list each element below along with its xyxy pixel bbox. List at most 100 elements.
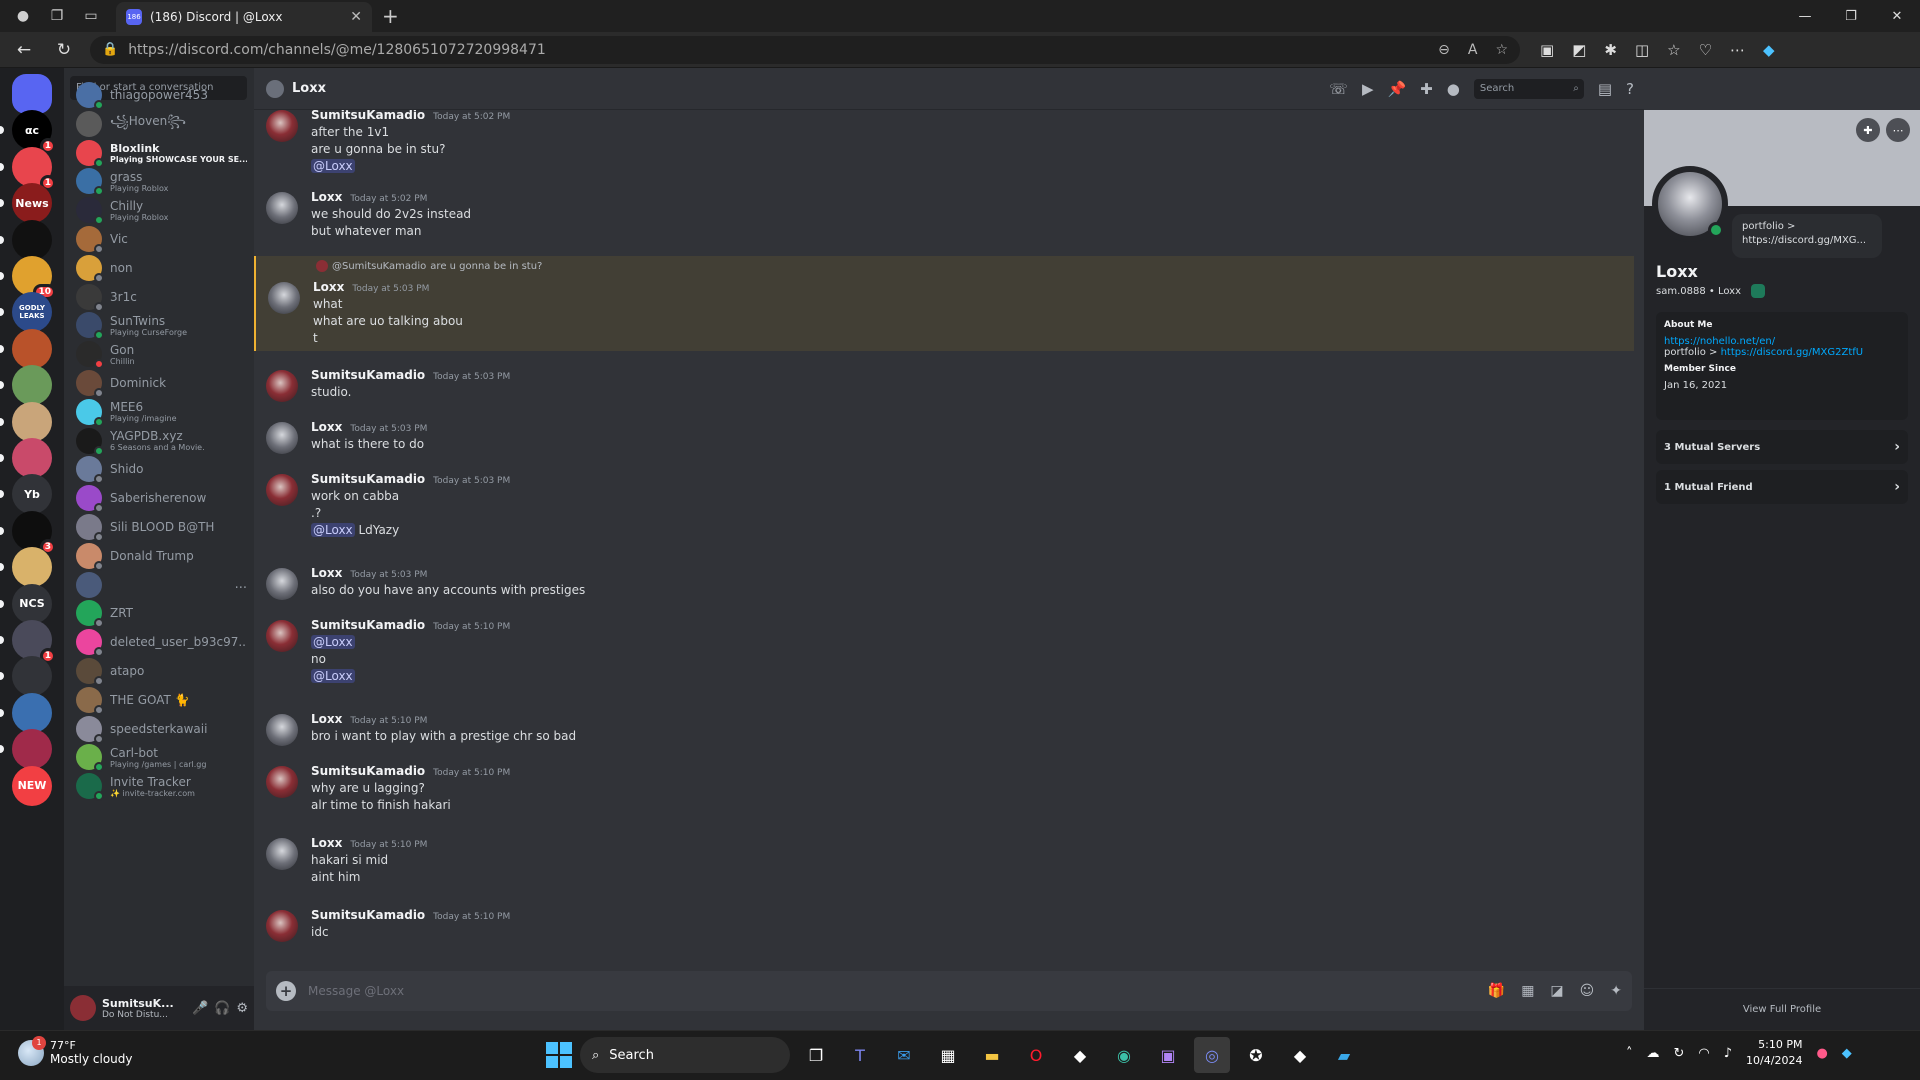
extension-icon[interactable]: ▣ <box>1540 41 1554 59</box>
message-author[interactable]: SumitsuKamadio <box>311 764 425 778</box>
roblox-studio-icon[interactable]: ◆ <box>1282 1037 1318 1073</box>
about-link[interactable]: https://nohello.net/en/ <box>1664 336 1900 347</box>
avatar[interactable] <box>266 110 298 142</box>
restore-icon[interactable]: ❐ <box>1828 0 1874 32</box>
message[interactable]: Loxx Today at 5:03 PM also do you have any… <box>254 562 1634 603</box>
server-icon[interactable] <box>12 547 52 588</box>
message-author[interactable]: Loxx <box>311 420 342 434</box>
close-window-icon[interactable]: ✕ <box>1874 0 1920 32</box>
copilot-icon[interactable]: ◆ <box>1842 1046 1852 1061</box>
mutual-servers-row[interactable]: 3 Mutual Servers › <box>1656 430 1908 464</box>
server-icon[interactable]: 1 <box>12 620 56 664</box>
browser-essentials-icon[interactable]: ♡ <box>1699 41 1712 59</box>
url-text[interactable]: https://discord.com/channels/@me/1280651… <box>128 42 1428 58</box>
server-icon[interactable]: Yb <box>12 474 52 515</box>
mail-icon[interactable]: ✉ <box>886 1037 922 1073</box>
message-author[interactable]: SumitsuKamadio <box>311 472 425 486</box>
chevron-up-icon[interactable]: ˄ <box>1626 1046 1633 1061</box>
portfolio-link[interactable]: https://discord.gg/MXG2ZtfU <box>1721 347 1864 358</box>
favorite-star-icon[interactable]: ☆ <box>1495 42 1508 58</box>
app-icon[interactable]: ✪ <box>1238 1037 1274 1073</box>
avatar[interactable] <box>266 766 298 798</box>
server-icon[interactable]: αc 1 <box>12 110 56 155</box>
message-author[interactable]: SumitsuKamadio <box>311 908 425 922</box>
message-author[interactable]: Loxx <box>311 836 342 850</box>
add-friend-icon[interactable]: ✚ <box>1856 118 1880 142</box>
user-mention[interactable]: @Loxx <box>311 159 355 173</box>
sticker-icon[interactable]: ◪ <box>1550 983 1563 999</box>
teams-icon[interactable]: T <box>842 1037 878 1073</box>
refresh-icon[interactable]: ↻ <box>48 36 80 64</box>
file-explorer-icon[interactable]: ▬ <box>974 1037 1010 1073</box>
copilot-icon[interactable]: ◆ <box>1763 41 1775 59</box>
user-profile-icon[interactable]: ● <box>1447 80 1460 98</box>
server-icon[interactable] <box>12 219 52 260</box>
message-author[interactable]: Loxx <box>311 190 342 204</box>
server-icon[interactable]: News <box>12 183 52 224</box>
server-icon[interactable] <box>12 656 52 697</box>
server-icon[interactable]: 3 <box>12 510 56 555</box>
discord-taskbar-icon[interactable]: ◎ <box>1194 1037 1230 1073</box>
roblox-icon[interactable]: ◆ <box>1062 1037 1098 1073</box>
extension-icon[interactable]: ◩ <box>1572 41 1586 59</box>
avatar[interactable] <box>266 910 298 942</box>
notification-icon[interactable]: ● <box>1816 1046 1827 1061</box>
apps-icon[interactable]: ✦ <box>1610 983 1622 999</box>
search-input[interactable]: Search ⌕ <box>1473 78 1584 99</box>
message[interactable]: SumitsuKamadio Today at 5:03 PM work on ca… <box>254 468 1634 543</box>
server-icon[interactable]: NCS <box>12 583 52 624</box>
server-icon[interactable]: 1 <box>12 146 56 191</box>
user-mention[interactable]: @Loxx <box>311 523 355 537</box>
message[interactable]: SumitsuKamadio Today at 5:10 PM idc <box>254 904 1634 945</box>
mutual-friends-row[interactable]: 1 Mutual Friend › <box>1656 470 1908 504</box>
discord-home-icon[interactable] <box>12 74 52 114</box>
avatar[interactable] <box>266 422 298 454</box>
message[interactable]: SumitsuKamadio Today at 5:02 PM after the … <box>254 110 1634 179</box>
app-icon[interactable]: ▰ <box>1326 1037 1362 1073</box>
url-box[interactable]: 🔒 https://discord.com/channels/@me/12806… <box>90 35 1520 64</box>
add-attachment-icon[interactable]: + <box>276 981 296 1001</box>
message-author[interactable]: Loxx <box>313 280 344 294</box>
message[interactable]: Loxx Today at 5:03 PM what is there to do <box>254 416 1634 457</box>
avatar[interactable] <box>266 474 298 506</box>
more-options-icon[interactable]: ⋯ <box>1886 118 1910 142</box>
message-author[interactable]: SumitsuKamadio <box>311 618 425 632</box>
server-icon[interactable]: NEW <box>12 765 52 806</box>
read-aloud-icon[interactable]: A <box>1468 42 1478 58</box>
avatar[interactable] <box>266 620 298 652</box>
tab-actions-icon[interactable]: ▭ <box>80 5 102 27</box>
message[interactable]: Loxx Today at 5:02 PM we should do 2v2s in… <box>254 186 1634 244</box>
extensions-puzzle-icon[interactable]: ✱ <box>1604 41 1617 59</box>
opera-icon[interactable]: O <box>1018 1037 1054 1073</box>
minimize-icon[interactable]: — <box>1782 0 1828 32</box>
zoom-icon[interactable]: ⊖ <box>1438 42 1450 58</box>
video-call-icon[interactable]: ▶ <box>1362 80 1374 98</box>
server-icon[interactable] <box>12 401 52 442</box>
wifi-icon[interactable]: ◠ <box>1698 1046 1709 1061</box>
add-friend-icon[interactable]: ✚ <box>1420 80 1433 98</box>
headphones-icon[interactable]: 🎧 <box>214 1001 230 1016</box>
server-icon[interactable] <box>12 692 52 733</box>
gear-icon[interactable]: ⚙ <box>236 1001 248 1016</box>
windows-start-icon[interactable] <box>546 1042 572 1068</box>
cloud-icon[interactable]: ☁ <box>1647 1046 1660 1061</box>
collections-icon[interactable]: ❐ <box>46 5 68 27</box>
split-screen-icon[interactable]: ◫ <box>1635 41 1649 59</box>
server-icon[interactable]: GODLY LEAKS <box>12 292 52 333</box>
emoji-icon[interactable]: ☺ <box>1580 983 1595 999</box>
server-icon[interactable] <box>12 365 52 406</box>
edge-icon[interactable]: ◉ <box>1106 1037 1142 1073</box>
message[interactable]: SumitsuKamadio Today at 5:10 PM @Loxx no @Lo… <box>254 614 1634 689</box>
volume-icon[interactable]: ♪ <box>1724 1046 1732 1061</box>
sync-icon[interactable]: ↻ <box>1674 1046 1685 1061</box>
avatar[interactable] <box>268 282 300 314</box>
server-icon[interactable]: 10 <box>12 256 56 300</box>
reply-preview[interactable]: @SumitsuKamadio are u gonna be in stu? <box>316 260 542 272</box>
message[interactable]: SumitsuKamadio Today at 5:03 PM studio. <box>254 364 1634 405</box>
server-icon[interactable] <box>12 328 52 369</box>
store-icon[interactable]: ▦ <box>930 1037 966 1073</box>
profile-icon[interactable]: ● <box>12 5 34 27</box>
user-mention[interactable]: @Loxx <box>311 635 355 649</box>
help-icon[interactable]: ? <box>1626 80 1634 98</box>
inbox-icon[interactable]: ▤ <box>1598 80 1612 98</box>
